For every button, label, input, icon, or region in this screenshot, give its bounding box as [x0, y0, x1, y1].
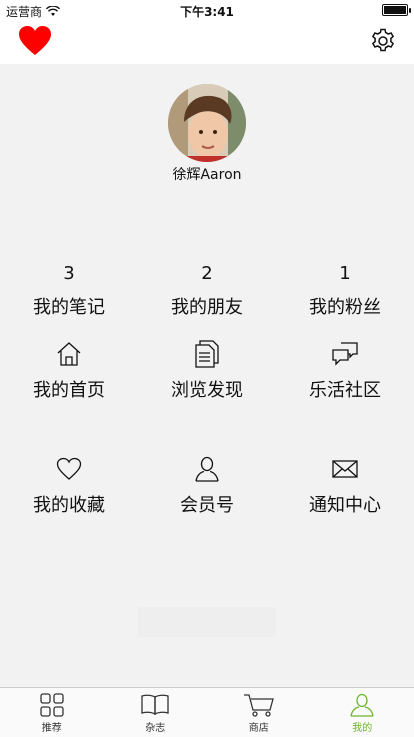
tab-recommend[interactable]: 推荐 [0, 688, 104, 737]
stat-label: 我的粉丝 [309, 297, 381, 318]
menu-item-label: 我的首页 [33, 380, 105, 401]
tab-label: 推荐 [41, 723, 62, 734]
chat-bubbles-icon [332, 342, 358, 366]
stat-friends[interactable]: 2 我的朋友 [138, 262, 276, 319]
heart-icon [19, 26, 51, 55]
tab-magazine[interactable]: 杂志 [104, 688, 208, 737]
heart-outline-icon [56, 457, 82, 480]
menu-item-label: 会员号 [180, 495, 234, 516]
tab-label: 商店 [248, 723, 269, 734]
username: 徐辉Aaron [172, 167, 242, 183]
book-icon [141, 694, 169, 715]
envelope-icon [332, 460, 358, 478]
document-icon [195, 340, 219, 368]
cart-icon [243, 694, 274, 717]
grid-icon [40, 693, 64, 717]
tab-label: 我的 [352, 723, 373, 734]
profile-section: 徐辉Aaron [0, 84, 414, 184]
tab-store[interactable]: 商店 [207, 688, 311, 737]
blank-button[interactable] [138, 607, 276, 637]
menu-item-label: 浏览发现 [171, 380, 243, 401]
menu-item-discover[interactable]: 浏览发现 [138, 340, 276, 402]
status-time: 下午3:41 [180, 5, 234, 19]
tab-bar: 推荐 杂志 商店 我的 [0, 687, 414, 737]
home-icon [57, 342, 81, 366]
tab-label: 杂志 [145, 723, 166, 734]
user-icon [195, 456, 219, 482]
menu-item-community[interactable]: 乐活社区 [276, 340, 414, 402]
menu-item-label: 通知中心 [309, 495, 381, 516]
stat-count: 2 [201, 263, 213, 284]
nav-bar [0, 20, 414, 64]
stat-notes[interactable]: 3 我的笔记 [0, 262, 138, 319]
gear-icon [371, 28, 395, 52]
avatar-photo [168, 84, 246, 162]
stat-fans[interactable]: 1 我的粉丝 [276, 262, 414, 319]
menu-row-2: 我的收藏 会员号 通知中心 [0, 455, 414, 517]
heart-button[interactable] [18, 24, 52, 58]
stat-label: 我的朋友 [171, 297, 243, 318]
menu-row-1: 我的首页 浏览发现 乐活社区 [0, 340, 414, 402]
stat-count: 1 [339, 263, 351, 284]
stat-count: 3 [63, 263, 75, 284]
stats-row: 3 我的笔记 2 我的朋友 1 我的粉丝 [0, 262, 414, 319]
menu-item-home[interactable]: 我的首页 [0, 340, 138, 402]
menu-item-member[interactable]: 会员号 [138, 455, 276, 517]
menu-item-notifications[interactable]: 通知中心 [276, 455, 414, 517]
person-icon [350, 693, 374, 717]
menu-item-favorites[interactable]: 我的收藏 [0, 455, 138, 517]
menu-item-label: 乐活社区 [309, 380, 381, 401]
stat-label: 我的笔记 [33, 297, 105, 318]
avatar[interactable] [168, 84, 246, 162]
battery-icon [382, 4, 411, 16]
settings-button[interactable] [370, 28, 396, 54]
status-bar: 运营商 下午3:41 [0, 0, 414, 20]
tab-mine[interactable]: 我的 [311, 688, 414, 737]
menu-item-label: 我的收藏 [33, 495, 105, 516]
